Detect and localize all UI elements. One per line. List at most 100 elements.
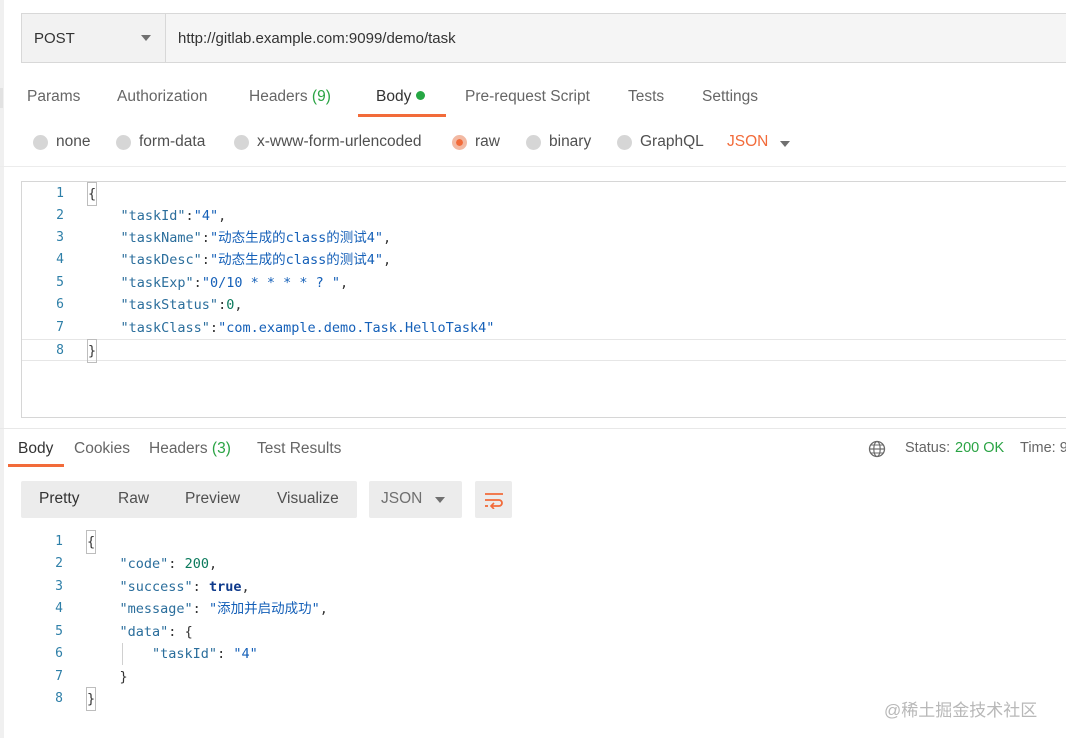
radio-binary[interactable]: binary xyxy=(526,133,591,151)
code-text: "success": true, xyxy=(119,579,250,595)
code-line: 2 "code": 200, xyxy=(21,553,1066,575)
response-format-select[interactable]: JSON xyxy=(369,481,462,518)
code-text: "taskStatus":0, xyxy=(120,297,243,313)
json-value: "0/10 * * * * ? " xyxy=(201,275,340,291)
request-tabs: Params Authorization Headers (9) Body Pr… xyxy=(0,78,1066,118)
radio-raw[interactable]: raw xyxy=(452,133,500,151)
code-line: 4 "taskDesc":"动态生成的class的测试4", xyxy=(22,249,1066,271)
json-key: "taskClass" xyxy=(120,320,210,336)
radio-graphql[interactable]: GraphQL xyxy=(617,133,704,151)
code-line: 2 "taskId":"4", xyxy=(22,205,1066,227)
indent-guide xyxy=(122,643,123,665)
wrap-lines-button[interactable] xyxy=(475,481,512,518)
code-text: "data": { xyxy=(119,624,193,640)
json-key: "code" xyxy=(119,556,169,572)
body-format-select[interactable]: JSON xyxy=(727,133,768,151)
view-preview[interactable]: Preview xyxy=(185,490,240,508)
json-value: { xyxy=(184,624,193,640)
line-number: 3 xyxy=(56,230,64,245)
json-value: "4" xyxy=(193,208,219,224)
globe-icon[interactable] xyxy=(868,440,886,458)
chevron-down-icon[interactable] xyxy=(780,141,790,147)
view-pretty[interactable]: Pretty xyxy=(39,490,79,508)
headers-count: (3) xyxy=(211,440,231,457)
radio-none[interactable]: none xyxy=(33,133,90,151)
view-visualize[interactable]: Visualize xyxy=(277,490,339,508)
code-line-active: 8} xyxy=(22,339,1066,363)
code-line: 6 "taskId": "4" xyxy=(21,643,1066,665)
chevron-down-icon xyxy=(141,35,151,41)
json-brace: } xyxy=(119,669,128,685)
code-line: 4 "message": "添加并启动成功", xyxy=(21,598,1066,620)
tab-tests[interactable]: Tests xyxy=(628,88,664,106)
tab-headers[interactable]: Headers (9) xyxy=(249,88,331,106)
divider xyxy=(0,166,1066,167)
wrap-lines-icon xyxy=(484,492,503,509)
json-value: "4" xyxy=(233,646,258,662)
code-text: { xyxy=(86,182,98,206)
line-number: 8 xyxy=(55,691,63,706)
line-number: 3 xyxy=(55,579,63,594)
request-url-bar: POST xyxy=(21,13,1066,63)
tab-body-label: Body xyxy=(376,88,412,105)
tab-authorization[interactable]: Authorization xyxy=(117,88,207,106)
method-label: POST xyxy=(34,29,75,47)
code-line: 5 "taskExp":"0/10 * * * * ? ", xyxy=(22,272,1066,294)
tab-response-body[interactable]: Body xyxy=(18,440,53,458)
time-label[interactable]: Time: 9 xyxy=(1020,440,1066,456)
json-key: "taskName" xyxy=(120,230,202,246)
json-key: "data" xyxy=(119,624,169,640)
request-body-editor[interactable]: 1{ 2 "taskId":"4", 3 "taskName":"动态生成的cl… xyxy=(21,181,1066,418)
tab-headers-label: Headers xyxy=(249,88,308,105)
radio-icon xyxy=(33,134,48,150)
radio-urlencoded[interactable]: x-www-form-urlencoded xyxy=(234,133,422,151)
watermark: @稀土掘金技术社区 xyxy=(884,701,1038,720)
radio-form-data[interactable]: form-data xyxy=(116,133,205,151)
view-raw[interactable]: Raw xyxy=(118,490,149,508)
line-number: 5 xyxy=(55,624,63,639)
json-value: "动态生成的class的测试4" xyxy=(209,230,383,246)
radio-label: form-data xyxy=(139,133,206,150)
radio-selected-icon xyxy=(452,134,467,150)
url-input[interactable] xyxy=(166,14,1066,62)
active-tab-indicator xyxy=(8,464,64,467)
method-select[interactable]: POST xyxy=(22,14,166,62)
radio-label: none xyxy=(56,133,91,150)
code-text: "message": "添加并启动成功", xyxy=(119,601,328,617)
status-value[interactable]: 200 OK xyxy=(955,440,1004,456)
line-number: 4 xyxy=(55,601,63,616)
json-key: "taskId" xyxy=(152,646,218,662)
line-number: 7 xyxy=(56,320,64,335)
response-body-viewer[interactable]: 1{ 2 "code": 200, 3 "success": true, 4 "… xyxy=(21,530,1066,721)
tab-test-results[interactable]: Test Results xyxy=(257,440,341,458)
tab-params[interactable]: Params xyxy=(27,88,80,106)
tab-body[interactable]: Body xyxy=(376,88,426,106)
status-dot-icon xyxy=(416,91,426,100)
json-key: "taskId" xyxy=(120,208,186,224)
line-number: 2 xyxy=(56,208,64,223)
code-line: 1{ xyxy=(22,182,1066,206)
line-number: 1 xyxy=(56,186,64,201)
radio-icon xyxy=(116,134,131,150)
tab-response-headers[interactable]: Headers (3) xyxy=(149,440,231,458)
json-value: 0 xyxy=(226,297,235,313)
tab-prerequest-script[interactable]: Pre-request Script xyxy=(465,88,590,106)
tab-cookies[interactable]: Cookies xyxy=(74,440,130,458)
format-label: JSON xyxy=(381,490,423,507)
code-text: "taskId":"4", xyxy=(120,208,227,224)
tab-settings[interactable]: Settings xyxy=(702,88,758,106)
json-key: "taskStatus" xyxy=(120,297,219,313)
code-line: 7 "taskClass":"com.example.demo.Task.Hel… xyxy=(22,317,1066,339)
line-number: 5 xyxy=(56,275,64,290)
code-text: { xyxy=(85,530,97,554)
json-value: 200 xyxy=(184,556,209,572)
radio-icon xyxy=(617,134,632,150)
code-text: "taskClass":"com.example.demo.Task.Hello… xyxy=(120,320,495,336)
code-text: "taskExp":"0/10 * * * * ? ", xyxy=(120,275,349,291)
response-view-toggle: Pretty Raw Preview Visualize xyxy=(21,481,357,518)
body-type-selector: none form-data x-www-form-urlencoded raw… xyxy=(0,128,1066,158)
json-value: "动态生成的class的测试4" xyxy=(209,252,383,268)
code-text: } xyxy=(87,666,128,688)
json-key: "taskExp" xyxy=(120,275,194,291)
chevron-down-icon xyxy=(435,497,445,503)
